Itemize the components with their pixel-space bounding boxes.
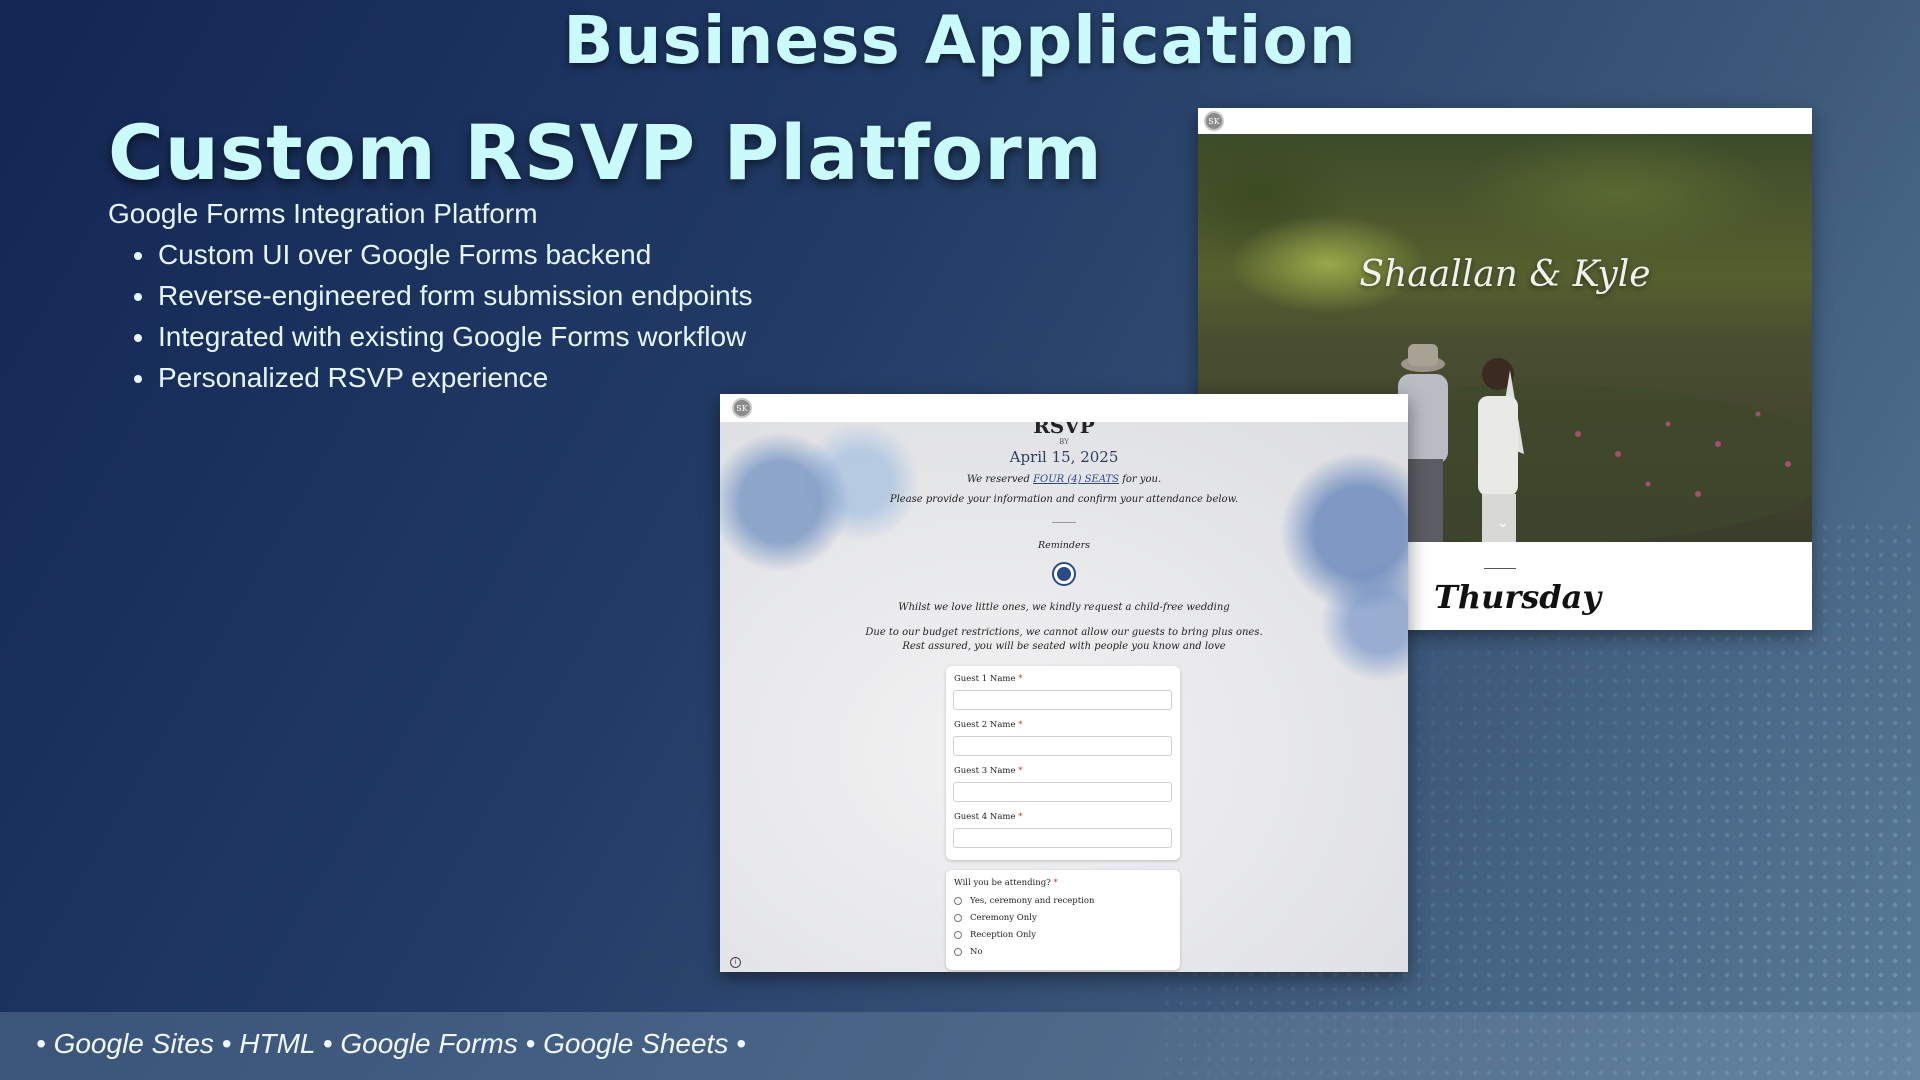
guest-1-label-text: Guest 1 Name — [954, 674, 1016, 684]
info-icon[interactable]: i — [730, 957, 741, 968]
guest-1-label: Guest 1 Name * — [954, 674, 1022, 684]
guest-2-name-input[interactable] — [953, 736, 1172, 756]
tech-stack-list: • Google Sites • HTML • Google Forms • G… — [36, 1028, 746, 1059]
attendance-card: Will you be attending? * Yes, ceremony a… — [946, 870, 1180, 970]
feature-item: Reverse-engineered form submission endpo… — [132, 277, 753, 318]
attendance-option-label: No — [970, 947, 983, 957]
divider — [1052, 522, 1076, 523]
feature-item: Custom UI over Google Forms backend — [132, 236, 753, 277]
guest-2-label: Guest 2 Name * — [954, 720, 1022, 730]
attendance-question: Will you be attending? * — [954, 878, 1058, 888]
section-day-title: Thursday — [1434, 578, 1601, 616]
reserved-prefix: We reserved — [966, 474, 1034, 485]
attendance-option-label: Yes, ceremony and reception — [970, 896, 1095, 906]
guest-3-label-text: Guest 3 Name — [954, 766, 1016, 776]
slide-title: Business Application — [563, 2, 1357, 79]
site-header-bar: SK — [1198, 108, 1812, 134]
attendance-option-label: Ceremony Only — [970, 913, 1037, 923]
monogram-logo[interactable]: SK — [732, 398, 752, 418]
guest-1-name-input[interactable] — [953, 690, 1172, 710]
required-mark: * — [1018, 720, 1023, 730]
rsvp-deadline-date: April 15, 2025 — [1009, 448, 1119, 466]
chevron-down-icon[interactable]: ⌄ — [1497, 514, 1509, 531]
plus-one-notice: Due to our budget restrictions, we canno… — [865, 627, 1263, 652]
reserved-suffix: for you. — [1119, 474, 1162, 485]
radio-button[interactable] — [954, 948, 962, 956]
feature-item: Personalized RSVP experience — [132, 359, 753, 400]
footer-bar: • Google Sites • HTML • Google Forms • G… — [0, 1012, 1920, 1080]
reminders-heading: Reminders — [1037, 540, 1091, 551]
attendance-option-label: Reception Only — [970, 930, 1037, 940]
required-mark: * — [1053, 878, 1058, 888]
instructions-text: Please provide your information and conf… — [889, 494, 1239, 505]
attendance-question-text: Will you be attending? — [954, 878, 1051, 888]
divider — [1484, 568, 1516, 569]
guest-4-label-text: Guest 4 Name — [954, 812, 1016, 822]
reserved-seats-link[interactable]: FOUR (4) SEATS — [1033, 474, 1119, 485]
child-free-notice: Whilst we love little ones, we kindly re… — [898, 602, 1230, 613]
rsvp-form-screenshot: RSVP SK BY April 15, 2025 We reserved FO… — [720, 394, 1408, 972]
rsvp-by-label: BY — [1059, 438, 1069, 446]
attendance-option[interactable]: Yes, ceremony and reception — [954, 896, 1094, 906]
required-mark: * — [1018, 812, 1023, 822]
guest-3-name-input[interactable] — [953, 782, 1172, 802]
site-header-bar: SK — [720, 394, 1408, 422]
required-mark: * — [1018, 766, 1023, 776]
project-title: Custom RSVP Platform — [108, 108, 1103, 197]
guest-4-label: Guest 4 Name * — [954, 812, 1022, 822]
couple-names: Shaallan & Kyle — [1359, 254, 1651, 295]
required-mark: * — [1018, 674, 1023, 684]
project-subtitle: Google Forms Integration Platform — [108, 198, 538, 229]
guest-4-name-input[interactable] — [953, 828, 1172, 848]
reserved-seats-text: We reserved FOUR (4) SEATS for you. — [720, 474, 1408, 485]
radio-button[interactable] — [954, 897, 962, 905]
attendance-option[interactable]: Ceremony Only — [954, 913, 1037, 923]
monogram-logo[interactable]: SK — [1204, 111, 1224, 131]
guest-names-card: Guest 1 Name * Guest 2 Name * Guest 3 Na… — [946, 666, 1180, 860]
radio-button[interactable] — [954, 914, 962, 922]
feature-item: Integrated with existing Google Forms wo… — [132, 318, 753, 359]
attendance-option[interactable]: No — [954, 947, 983, 957]
guest-2-label-text: Guest 2 Name — [954, 720, 1016, 730]
children-icon — [1052, 562, 1076, 586]
guest-3-label: Guest 3 Name * — [954, 766, 1022, 776]
radio-button[interactable] — [954, 931, 962, 939]
attendance-option[interactable]: Reception Only — [954, 930, 1036, 940]
feature-list: Custom UI over Google Forms backend Reve… — [132, 236, 753, 400]
